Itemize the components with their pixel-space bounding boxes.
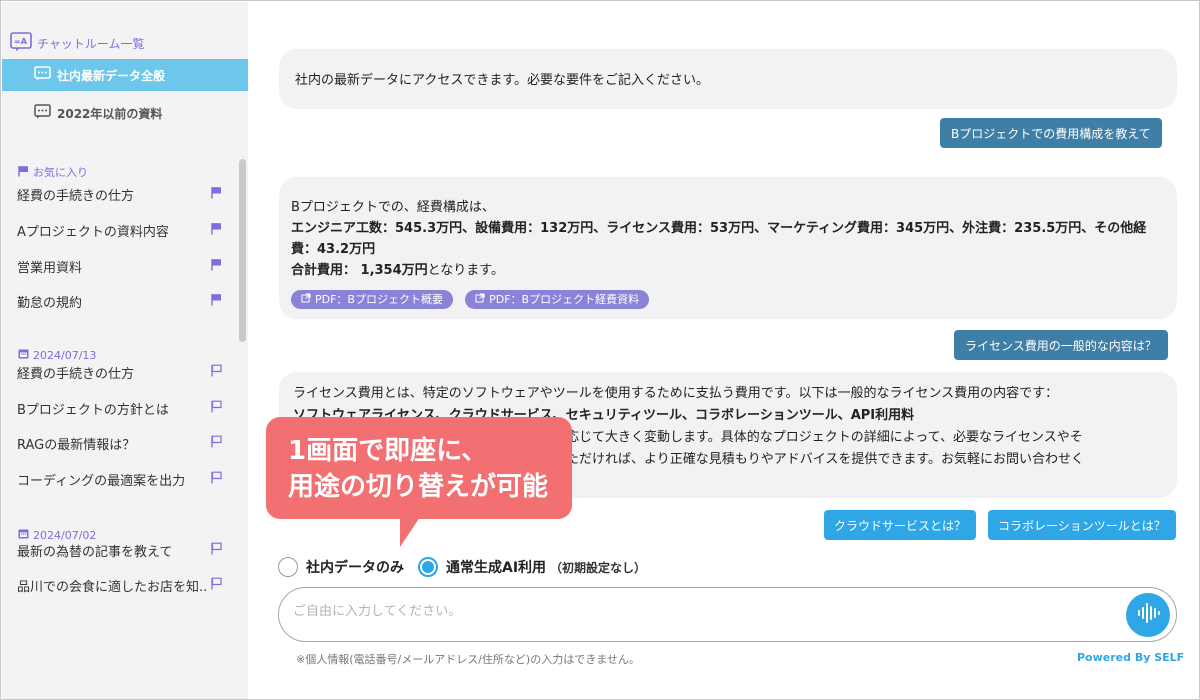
- flag-filled-icon[interactable]: [211, 258, 222, 275]
- chatroom-list-title: チャットルーム一覧: [37, 37, 145, 51]
- bot-message-line: 合計費用： 1,354万円となります。: [291, 263, 504, 278]
- history-item[interactable]: Bプロジェクトの方針とは: [2, 398, 238, 418]
- bot-message: 社内の最新データにアクセスできます。必要な要件をご記入ください。: [279, 49, 1177, 109]
- favorite-item[interactable]: 勤怠の規約: [2, 291, 238, 311]
- flag-filled-icon[interactable]: [211, 186, 222, 203]
- chat-bubble-icon: [34, 104, 51, 122]
- room-label: 2022年以前の資料: [57, 106, 163, 121]
- user-message: Bプロジェクトでの費用構成を教えて: [940, 118, 1162, 148]
- source-chip[interactable]: PDF：Bプロジェクト経費資料: [465, 289, 650, 310]
- bot-message-line: エンジニア工数：545.3万円、設備費用：132万円、ライセンス費用：53万円、…: [291, 221, 1147, 257]
- history-item-label: 品川での会食に適したお店を知..: [17, 579, 208, 595]
- history-item-label: 最新の為替の記事を教えて: [17, 544, 173, 560]
- flag-outline-icon[interactable]: [211, 577, 222, 594]
- favorite-item-label: Aプロジェクトの資料内容: [17, 224, 169, 240]
- source-chips: PDF：Bプロジェクト概要 PDF：Bプロジェクト経費資料: [291, 289, 1165, 310]
- history-item[interactable]: 経費の手続きの仕方: [2, 362, 238, 382]
- chat-translate-icon: =A: [10, 32, 32, 55]
- mode-selector: 社内データのみ 通常生成AI利用 （初期設定なし）: [278, 557, 646, 577]
- powered-by-label: Powered By SELF: [1077, 651, 1185, 664]
- favorite-item-label: 経費の手続きの仕方: [17, 188, 135, 204]
- history-item[interactable]: 最新の為替の記事を教えて: [2, 540, 238, 560]
- history-date-header: 2024/07/13: [18, 348, 96, 362]
- favorite-item-label: 営業用資料: [17, 260, 83, 276]
- bot-message: Bプロジェクトでの、経費構成は、 エンジニア工数：545.3万円、設備費用：13…: [279, 177, 1177, 319]
- favorites-section-title: お気に入り: [18, 164, 88, 180]
- user-message: ライセンス費用の一般的な内容は？: [954, 330, 1168, 360]
- sidebar: =A チャットルーム一覧 社内最新データ全般 2022年以前の資料 お気に入り …: [2, 2, 248, 699]
- sidebar-scrollbar[interactable]: [239, 159, 246, 342]
- history-item-label: 経費の手続きの仕方: [17, 366, 135, 382]
- history-item[interactable]: RAGの最新情報は？: [2, 433, 238, 453]
- room-item-pre-2022[interactable]: 2022年以前の資料: [2, 97, 248, 129]
- voice-wave-icon: [1135, 600, 1161, 630]
- chat-bubble-icon: [34, 66, 51, 84]
- suggestion-button[interactable]: クラウドサービスとは？: [824, 510, 977, 540]
- calendar-icon: [18, 348, 29, 362]
- radio-internal-data-label[interactable]: 社内データのみ: [306, 557, 404, 577]
- bot-message-line: Bプロジェクトでの、経費構成は、: [291, 200, 495, 215]
- flag-filled-icon[interactable]: [211, 293, 222, 310]
- callout-line: 1画面で即座に、: [288, 436, 488, 466]
- external-link-icon: [475, 289, 485, 310]
- flag-outline-icon[interactable]: [211, 364, 222, 381]
- favorite-item[interactable]: 経費の手続きの仕方: [2, 184, 238, 204]
- flag-outline-icon[interactable]: [211, 471, 222, 488]
- radio-generative-ai-label[interactable]: 通常生成AI利用: [446, 557, 546, 577]
- privacy-footnote: ※個人情報(電話番号/メールアドレス/住所など)の入力はできません。: [296, 653, 640, 666]
- favorite-item-label: 勤怠の規約: [17, 295, 83, 311]
- svg-text:=A: =A: [14, 37, 28, 46]
- chat-input-box: [278, 587, 1177, 642]
- favorite-item[interactable]: 営業用資料: [2, 256, 238, 276]
- suggestion-button[interactable]: コラボレーションツールとは？: [988, 510, 1176, 540]
- history-item[interactable]: コーディングの最適案を出力: [2, 469, 238, 489]
- flag-outline-icon[interactable]: [211, 542, 222, 559]
- flag-icon: [18, 165, 29, 180]
- favorite-item[interactable]: Aプロジェクトの資料内容: [2, 220, 238, 240]
- room-label: 社内最新データ全般: [57, 68, 166, 83]
- history-item[interactable]: 品川での会食に適したお店を知..: [2, 575, 238, 595]
- flag-outline-icon[interactable]: [211, 400, 222, 417]
- history-item-label: RAGの最新情報は？: [17, 437, 136, 453]
- radio-generative-ai[interactable]: [418, 557, 438, 577]
- chatroom-list-header: =A チャットルーム一覧: [10, 32, 145, 55]
- chat-input[interactable]: [293, 604, 1113, 619]
- bot-message-text: 社内の最新データにアクセスできます。必要な要件をご記入ください。: [295, 73, 710, 88]
- external-link-icon: [301, 289, 311, 310]
- flag-filled-icon[interactable]: [211, 222, 222, 239]
- app-window: =A チャットルーム一覧 社内最新データ全般 2022年以前の資料 お気に入り …: [0, 0, 1200, 700]
- source-chip[interactable]: PDF：Bプロジェクト概要: [291, 290, 453, 309]
- voice-input-button[interactable]: [1126, 593, 1170, 637]
- radio-internal-data[interactable]: [278, 557, 298, 577]
- flag-outline-icon[interactable]: [211, 435, 222, 452]
- history-item-label: Bプロジェクトの方針とは: [17, 402, 169, 418]
- feature-callout: 1画面で即座に、 用途の切り替えが可能: [266, 417, 572, 547]
- callout-line: 用途の切り替えが可能: [288, 472, 549, 502]
- room-item-latest-data[interactable]: 社内最新データ全般: [2, 59, 248, 91]
- history-item-label: コーディングの最適案を出力: [17, 473, 186, 489]
- bot-message-line: ライセンス費用とは、特定のソフトウェアやツールを使用するために支払う費用です。以…: [293, 386, 1059, 401]
- radio-note: （初期設定なし）: [550, 560, 647, 575]
